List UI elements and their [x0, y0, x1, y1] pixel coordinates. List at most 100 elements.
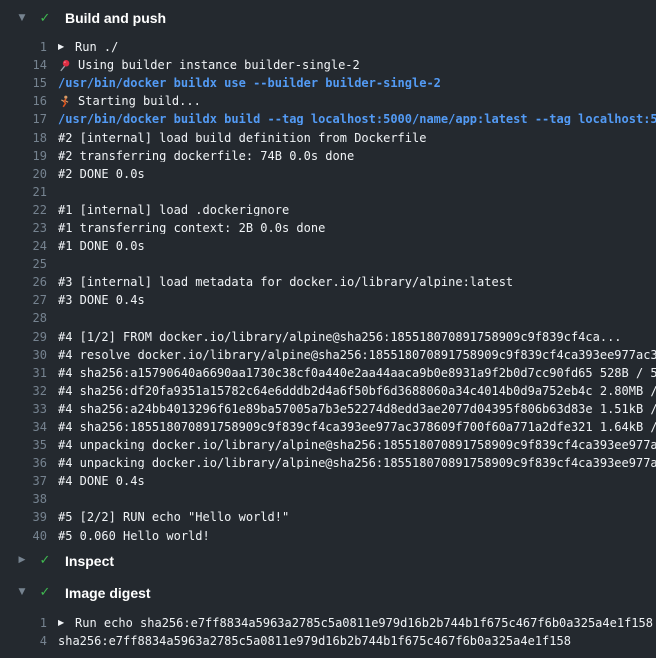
- log-line[interactable]: 17/usr/bin/docker buildx build --tag loc…: [0, 110, 656, 128]
- pushpin-icon: [58, 59, 78, 72]
- log-text: #4 unpacking docker.io/library/alpine@sh…: [58, 457, 656, 469]
- log-line[interactable]: 15/usr/bin/docker buildx use --builder b…: [0, 74, 656, 92]
- log-text: /usr/bin/docker buildx build --tag local…: [58, 113, 656, 125]
- section-image-digest: ▼✓Image digest 1 ▶ Run echo sha256:e7ff8834…: [0, 583, 656, 650]
- log-text: sha256:e7ff8834a5963a2785c5a0811e979d16b…: [58, 635, 571, 647]
- line-number[interactable]: 25: [0, 258, 47, 270]
- line-number[interactable]: 36: [0, 457, 47, 469]
- log-line[interactable]: 1 ▶Run ./: [0, 38, 656, 56]
- log-line[interactable]: 19 #2 transferring dockerfile: 74B 0.0s d…: [0, 147, 656, 165]
- expand-group-icon[interactable]: ▶: [58, 619, 70, 627]
- line-number[interactable]: 31: [0, 367, 47, 379]
- line-number[interactable]: 14: [0, 59, 47, 71]
- line-number[interactable]: 19: [0, 150, 47, 162]
- log-line-content: #4 sha256:185518070891758909c9f839cf4ca3…: [58, 421, 656, 433]
- log-line-content: ▶Run ./: [58, 41, 656, 53]
- log-line[interactable]: 31#4 sha256:a15790640a6690aa1730c38cf0a4…: [0, 364, 656, 382]
- log-text: #3 [internal] load metadata for docker.i…: [58, 276, 513, 288]
- line-number[interactable]: 35: [0, 439, 47, 451]
- section-header-inspect[interactable]: ▶ ✓ Inspect: [0, 551, 656, 571]
- log-text: #5 [2/2] RUN echo "Hello world!": [58, 511, 289, 523]
- section-title: Image digest: [65, 585, 151, 601]
- line-number[interactable]: 32: [0, 385, 47, 397]
- log-line[interactable]: 28: [0, 309, 656, 327]
- line-number[interactable]: 34: [0, 421, 47, 433]
- log-text: #2 DONE 0.0s: [58, 168, 145, 180]
- line-number[interactable]: 1: [0, 41, 47, 53]
- log-line[interactable]: 39 #5 [2/2] RUN echo "Hello world!": [0, 508, 656, 526]
- log-line[interactable]: 30 #4 resolve docker.io/library/alpine@sh…: [0, 346, 656, 364]
- line-number[interactable]: 15: [0, 77, 47, 89]
- line-number[interactable]: 20: [0, 168, 47, 180]
- chevron-down-icon[interactable]: ▼: [16, 14, 28, 23]
- log-line-content: #2 DONE 0.0s: [58, 168, 656, 180]
- line-number[interactable]: 24: [0, 240, 47, 252]
- line-number[interactable]: 1: [0, 617, 47, 629]
- log-text: #2 transferring dockerfile: 74B 0.0s don…: [58, 150, 354, 162]
- log-text: Run echo sha256:e7ff8834a5963a2785c5a081…: [75, 617, 653, 629]
- log-text: #4 DONE 0.4s: [58, 475, 145, 487]
- log-line-content: #1 DONE 0.0s: [58, 240, 656, 252]
- section-title: Build and push: [65, 10, 166, 26]
- line-number[interactable]: 17: [0, 113, 47, 125]
- log-line[interactable]: 25: [0, 255, 656, 273]
- line-number[interactable]: 29: [0, 331, 47, 343]
- log-line[interactable]: 33#4 sha256:a24bb4013296f61e89ba57005a7b…: [0, 400, 656, 418]
- section-inspect: ▶ ✓ Inspect: [0, 551, 656, 571]
- log-line[interactable]: 32#4 sha256:df20fa9351a15782c64e6dddb2d4…: [0, 382, 656, 400]
- line-number[interactable]: 30: [0, 349, 47, 361]
- log-line-content: #4 resolve docker.io/library/alpine@sha2…: [58, 349, 656, 361]
- expand-group-icon[interactable]: ▶: [58, 43, 70, 51]
- line-number[interactable]: 38: [0, 493, 47, 505]
- log-text: #1 DONE 0.0s: [58, 240, 145, 252]
- log-line[interactable]: 40 #5 0.060 Hello world!: [0, 527, 656, 545]
- line-number[interactable]: 37: [0, 475, 47, 487]
- line-number[interactable]: 21: [0, 186, 47, 198]
- success-check-icon: ✓: [38, 554, 52, 567]
- section-title: Inspect: [65, 553, 114, 569]
- log-line-content: sha256:e7ff8834a5963a2785c5a0811e979d16b…: [58, 635, 656, 647]
- log-line-content: #3 DONE 0.4s: [58, 294, 656, 306]
- log-line[interactable]: 14Using builder instance builder-single-…: [0, 56, 656, 74]
- log-line[interactable]: 27 #3 DONE 0.4s: [0, 291, 656, 309]
- log-line-content: #4 unpacking docker.io/library/alpine@sh…: [58, 457, 656, 469]
- log-line[interactable]: 22#1 [internal] load .dockerignore: [0, 201, 656, 219]
- chevron-down-icon[interactable]: ▼: [16, 588, 28, 597]
- line-number[interactable]: 23: [0, 222, 47, 234]
- log-line[interactable]: 29 #4 [1/2] FROM docker.io/library/alpine…: [0, 328, 656, 346]
- line-number[interactable]: 18: [0, 132, 47, 144]
- line-number[interactable]: 22: [0, 204, 47, 216]
- log-line[interactable]: 4 sha256:e7ff8834a5963a2785c5a0811e979d16…: [0, 632, 656, 650]
- log-line[interactable]: 20 #2 DONE 0.0s: [0, 165, 656, 183]
- log-line[interactable]: 1 ▶ Run echo sha256:e7ff8834a5963a2785c5a0…: [0, 614, 656, 632]
- log-line-content: Starting build...: [58, 95, 656, 108]
- section-header-build-and-push[interactable]: ▼✓Build and push: [0, 8, 656, 28]
- section-header-image-digest[interactable]: ▼✓Image digest: [0, 583, 656, 603]
- log-line-content: /usr/bin/docker buildx use --builder bui…: [58, 77, 656, 89]
- log-line[interactable]: 36 #4 unpacking docker.io/library/alpine@…: [0, 454, 656, 472]
- log-line[interactable]: 37 #4 DONE 0.4s: [0, 472, 656, 490]
- line-number[interactable]: 28: [0, 312, 47, 324]
- line-number[interactable]: 33: [0, 403, 47, 415]
- log-text: #4 [1/2] FROM docker.io/library/alpine@s…: [58, 331, 622, 343]
- log-line[interactable]: 26 #3 [internal] load metadata for docker…: [0, 273, 656, 291]
- log-line[interactable]: 23#1 transferring context: 2B 0.0s done: [0, 219, 656, 237]
- log-line[interactable]: 18#2 [internal] load build definition fr…: [0, 128, 656, 146]
- line-number[interactable]: 16: [0, 95, 47, 107]
- line-number[interactable]: 40: [0, 530, 47, 542]
- log-line-content: #2 transferring dockerfile: 74B 0.0s don…: [58, 150, 656, 162]
- log-line[interactable]: 16 Starting build...: [0, 92, 656, 110]
- actions-log-viewer: ▼✓Build and push1▶Run ./14Using builder …: [0, 0, 656, 658]
- line-number[interactable]: 26: [0, 276, 47, 288]
- line-number[interactable]: 27: [0, 294, 47, 306]
- log-line[interactable]: 24 #1 DONE 0.0s: [0, 237, 656, 255]
- log-line-content: #5 0.060 Hello world!: [58, 530, 656, 542]
- chevron-right-icon[interactable]: ▶: [16, 556, 28, 565]
- log-text: /usr/bin/docker buildx use --builder bui…: [58, 77, 441, 89]
- log-line[interactable]: 35#4 unpacking docker.io/library/alpine@…: [0, 436, 656, 454]
- log-line[interactable]: 21: [0, 183, 656, 201]
- log-line[interactable]: 38: [0, 490, 656, 508]
- line-number[interactable]: 4: [0, 635, 47, 647]
- line-number[interactable]: 39: [0, 511, 47, 523]
- log-line[interactable]: 34 #4 sha256:185518070891758909c9f839cf4c…: [0, 418, 656, 436]
